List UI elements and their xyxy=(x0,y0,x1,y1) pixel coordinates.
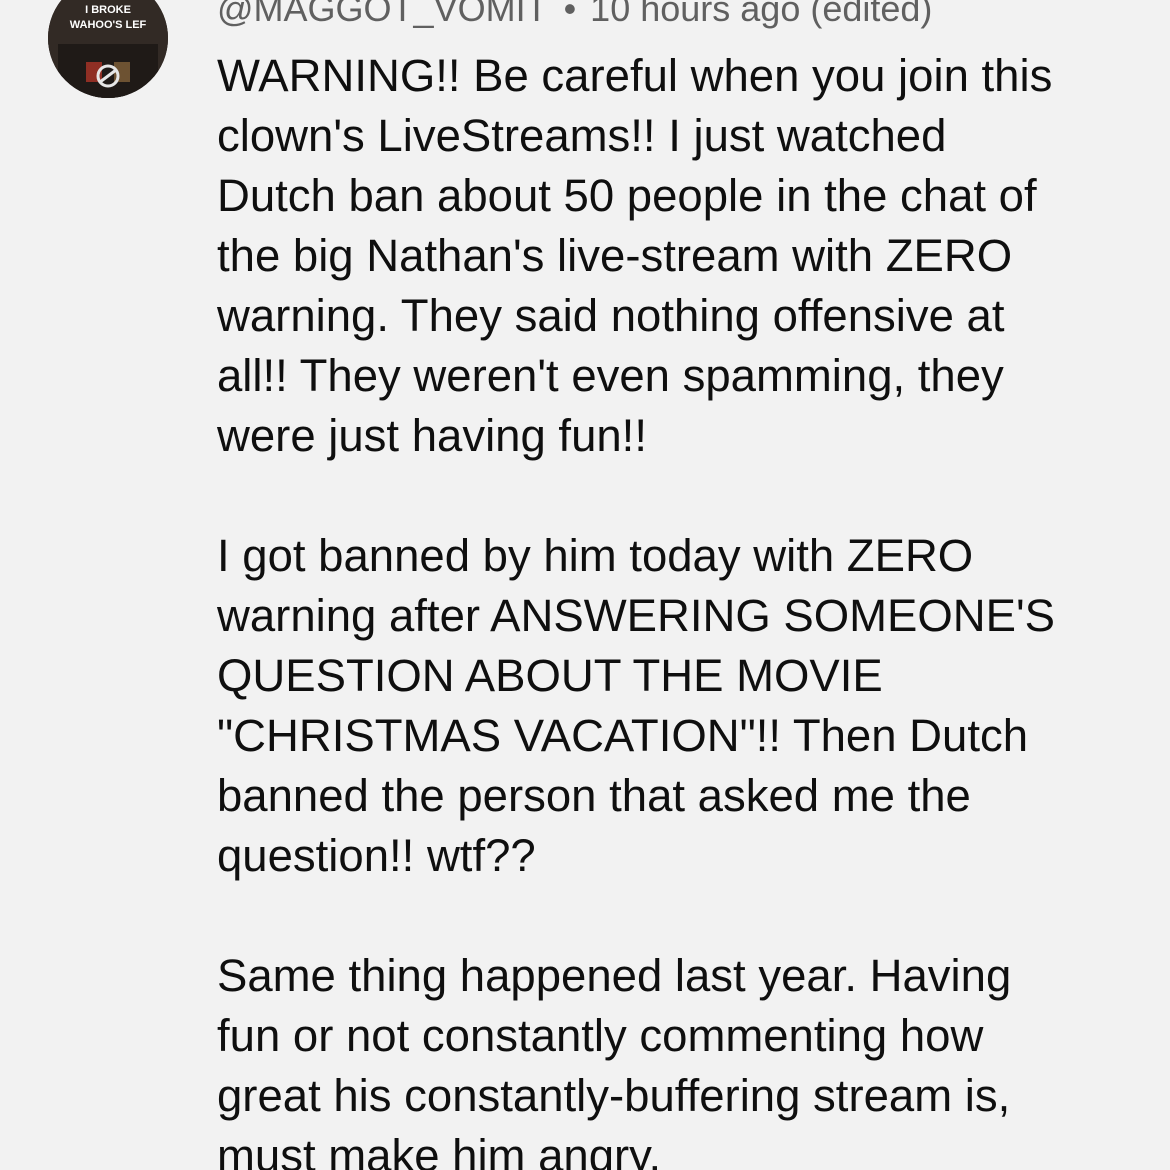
comment-body: WARNING!! Be careful when you join this … xyxy=(217,46,1157,1170)
comment-timestamp[interactable]: 10 hours ago (edited) xyxy=(590,0,932,29)
comment-paragraph-3: Same thing happened last year. Having fu… xyxy=(217,946,1157,1170)
author-handle[interactable]: @MAGGOT_VOMIT xyxy=(217,0,548,29)
comment-line: clown's LiveStreams!! I just watched xyxy=(217,110,947,161)
comment-line: QUESTION ABOUT THE MOVIE xyxy=(217,650,883,701)
comment-card: I BROKE WAHOO'S LEF @MAGGOT_VOMIT • 10 hou… xyxy=(0,0,1170,1170)
avatar-image: I BROKE WAHOO'S LEF xyxy=(48,0,168,98)
comment-line: WARNING!! Be careful when you join this xyxy=(217,50,1053,101)
comment-line: Dutch ban about 50 people in the chat of xyxy=(217,170,1037,221)
comment-line: must make him angry. xyxy=(217,1130,662,1170)
comment-line: Same thing happened last year. Having xyxy=(217,950,1012,1001)
author-avatar[interactable]: I BROKE WAHOO'S LEF xyxy=(48,0,168,98)
comment-line: the big Nathan's live-stream with ZERO xyxy=(217,230,1013,281)
comment-header: @MAGGOT_VOMIT • 10 hours ago (edited) xyxy=(217,0,932,34)
comment-line: I got banned by him today with ZERO xyxy=(217,530,974,581)
comment-line: great his constantly-buffering stream is… xyxy=(217,1070,1011,1121)
comment-line: question!! wtf?? xyxy=(217,830,536,881)
comment-line: warning. They said nothing offensive at xyxy=(217,290,1005,341)
comment-line: fun or not constantly commenting how xyxy=(217,1010,984,1061)
avatar-shirt-text-2: WAHOO'S LEF xyxy=(70,19,147,31)
comment-line: warning after ANSWERING SOMEONE'S xyxy=(217,590,1056,641)
separator-dot: • xyxy=(563,0,577,29)
comment-line: banned the person that asked me the xyxy=(217,770,971,821)
comment-line: all!! They weren't even spamming, they xyxy=(217,350,1004,401)
comment-line: were just having fun!! xyxy=(217,410,647,461)
avatar-shirt-text-1: I BROKE xyxy=(85,4,131,16)
comment-paragraph-1: WARNING!! Be careful when you join this … xyxy=(217,46,1157,466)
comment-line: "CHRISTMAS VACATION"!! Then Dutch xyxy=(217,710,1029,761)
comment-paragraph-2: I got banned by him today with ZERO warn… xyxy=(217,526,1157,886)
